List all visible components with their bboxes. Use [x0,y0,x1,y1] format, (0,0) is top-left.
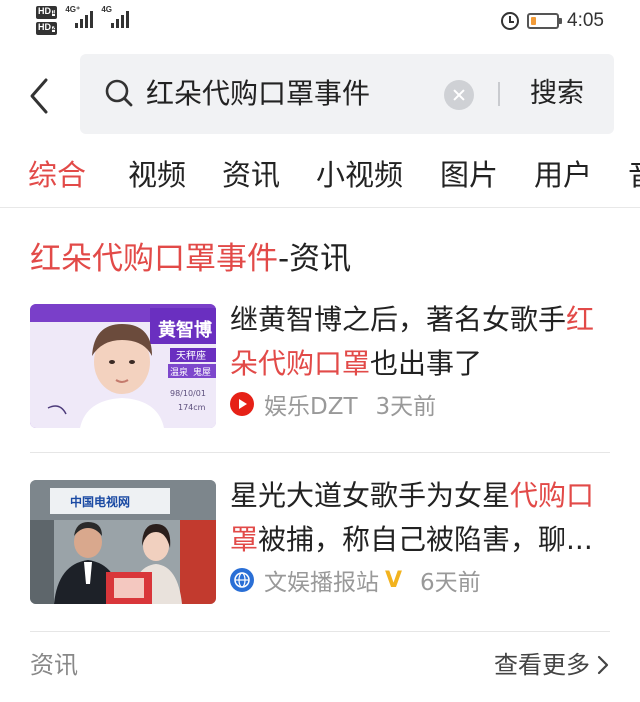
tab-images[interactable]: 图片 [440,154,498,196]
tab-short-video[interactable]: 小视频 [316,154,403,196]
chevron-right-icon [597,655,609,675]
item-divider [30,452,610,453]
view-more-label: 查看更多 [494,651,590,679]
youtube-play-icon [230,392,254,416]
search-input[interactable]: 红朵代购口罩事件 [146,74,370,114]
signal-icon-1: 4G⁺ [65,5,94,28]
tabs-divider [0,207,640,208]
status-left: HD1 HD2 4G⁺ 4G [36,5,130,35]
tab-music[interactable]: 音 [628,154,640,196]
search-button[interactable]: 搜索 [530,74,584,114]
verified-badge: V [385,567,403,593]
search-divider [498,82,500,106]
battery-icon [527,13,563,29]
search-icon [105,79,133,107]
alarm-clock-icon [501,12,520,30]
globe-logo-icon [230,568,254,592]
footer-category: 资讯 [30,651,78,679]
hd-indicator-2: HD2 [36,22,58,35]
news-time: 3天前 [375,394,437,420]
news-meta: 娱乐DZT 3天前 [230,388,436,420]
news-source[interactable]: 娱乐DZT [264,387,358,421]
category-tabs: 综合 视频 资讯 小视频 图片 用户 音 [0,148,640,206]
news-source[interactable]: 文娱播报站 [264,563,379,597]
tab-video[interactable]: 视频 [128,154,186,196]
hd-indicators: HD1 HD2 [36,6,58,35]
section-title[interactable]: 红朵代购口罩事件-资讯 [30,236,351,282]
clear-icon[interactable] [444,80,474,110]
view-more-button[interactable]: 查看更多 [494,646,610,684]
tab-all[interactable]: 综合 [28,154,86,196]
back-button[interactable] [26,76,56,116]
hd-indicator-1: HD1 [36,6,58,19]
tab-users[interactable]: 用户 [534,154,592,196]
news-thumbnail: 中国电视网 [30,480,216,604]
svg-text:中国电视网: 中国电视网 [70,494,130,509]
svg-text:174cm: 174cm [178,403,206,412]
clock-time: 4:05 [567,10,604,31]
news-item[interactable]: 黄智博 天秤座 温泉 鬼屋 98/10/01 174cm 继黄智博之后，著名女歌… [30,303,610,434]
status-right: 4:05 [501,10,604,32]
news-meta: 文娱播报站 V 6天前 [230,564,481,596]
news-time: 6天前 [420,570,481,596]
chevron-left-icon [30,78,48,114]
svg-text:黄智博: 黄智博 [158,319,212,341]
signal-icon-2: 4G [101,5,130,28]
svg-text:天秤座: 天秤座 [176,349,206,362]
news-item[interactable]: 中国电视网 星光大道女歌手为女星代购口罩被捕，称自己被陷害，聊... 文娱播报站… [30,479,610,610]
news-title: 继黄智博之后，著名女歌手红朵代购口罩也出事了 [230,303,595,380]
item-divider [30,631,610,632]
news-title: 星光大道女歌手为女星代购口罩被捕，称自己被陷害，聊... [230,479,595,556]
svg-text:温泉: 温泉 [170,366,188,378]
svg-text:鬼屋: 鬼屋 [193,366,211,378]
search-box[interactable]: 红朵代购口罩事件 搜索 [80,54,614,134]
news-thumbnail: 黄智博 天秤座 温泉 鬼屋 98/10/01 174cm [30,304,216,428]
svg-text:98/10/01: 98/10/01 [170,389,206,398]
tab-news[interactable]: 资讯 [222,154,280,196]
status-bar: HD1 HD2 4G⁺ 4G 4:05 [0,0,640,44]
